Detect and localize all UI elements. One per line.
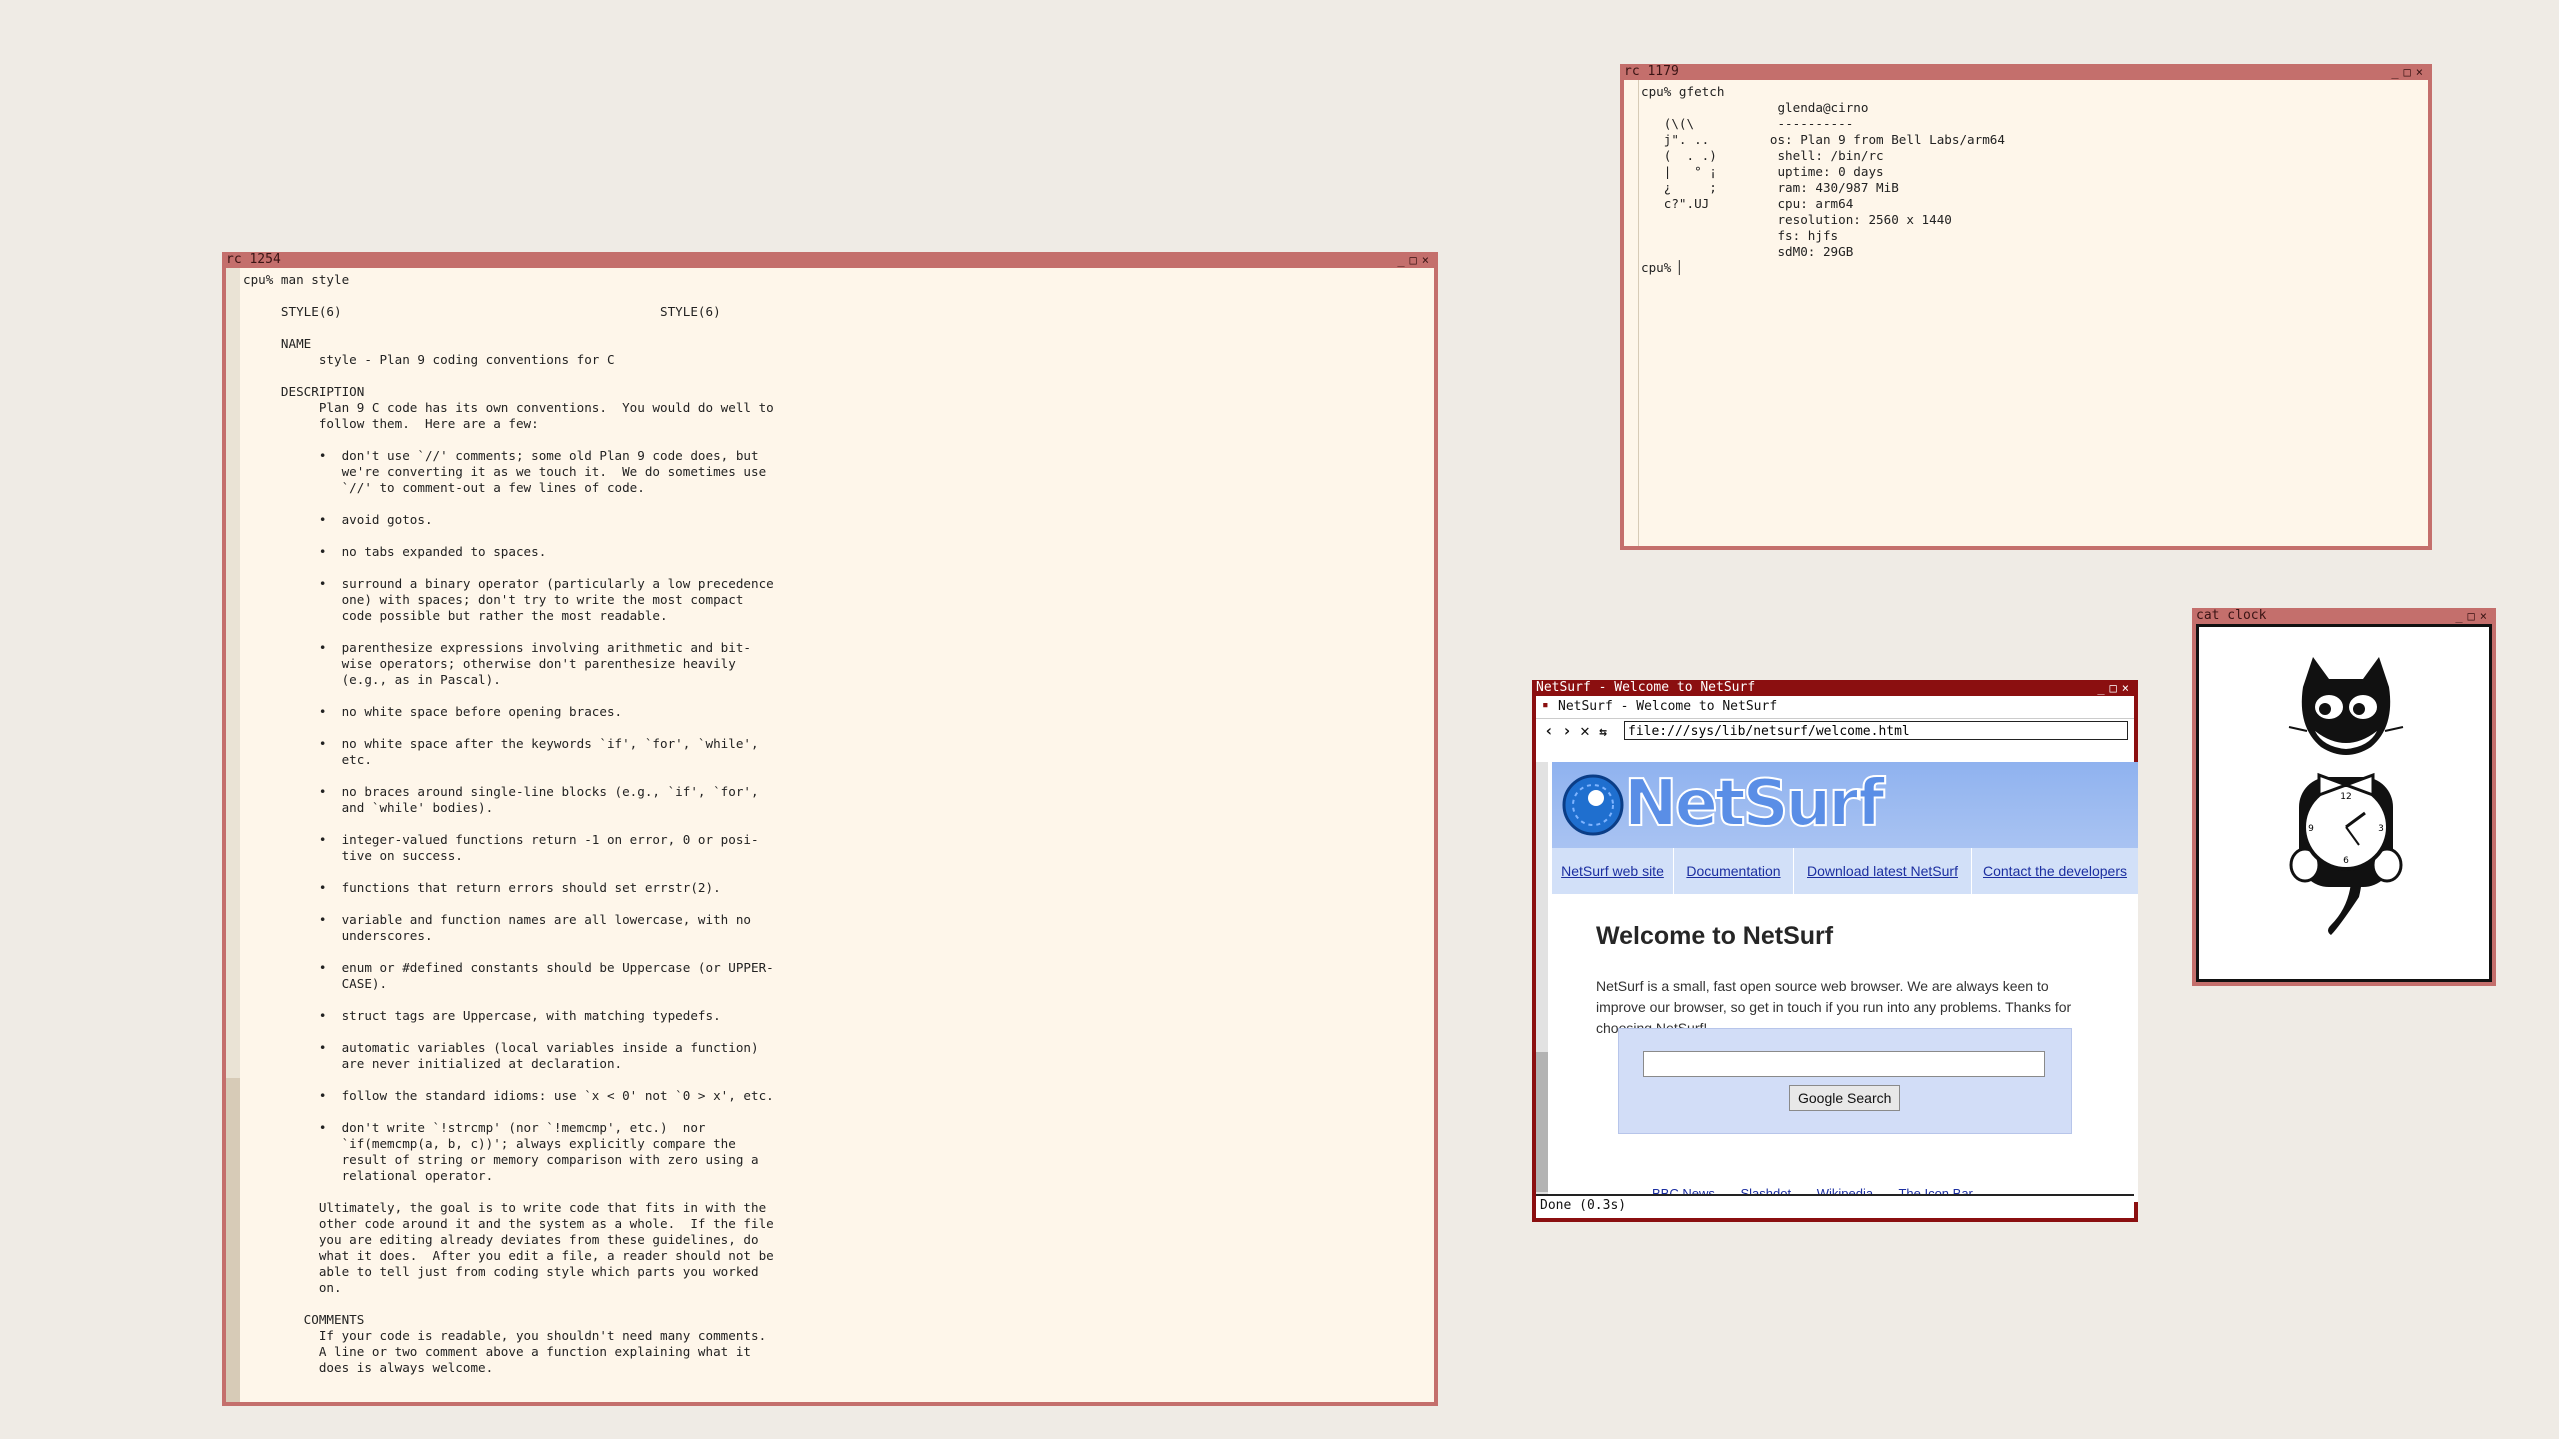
google-search-button[interactable]: Google Search	[1789, 1085, 1901, 1111]
forward-icon[interactable]: ›	[1558, 721, 1576, 741]
man-page-text[interactable]: cpu% man style STYLE(6) STYLE(6) NAME st…	[243, 272, 774, 1376]
window-controls[interactable]: _□×	[1397, 252, 1434, 268]
netsurf-nav: NetSurf web site Documentation Download …	[1552, 848, 2138, 894]
cat-clock-icon: 12 3 6 9	[2288, 657, 2404, 935]
gfetch-terminal-window[interactable]: rc 1179 _□× cpu% gfetch glenda@cirno (\(…	[1620, 64, 2432, 550]
gfetch-output-text[interactable]: cpu% gfetch glenda@cirno (\(\ ----------…	[1641, 84, 2005, 276]
netsurf-window[interactable]: NetSurf - Welcome to NetSurf _□× ▪ NetSu…	[1532, 680, 2138, 1222]
window-controls[interactable]: _□×	[2097, 680, 2134, 696]
url-bar[interactable]: file:///sys/lib/netsurf/welcome.html	[1624, 721, 2128, 740]
web-page-content: NetSurf NetSurf web site Documentation D…	[1552, 762, 2138, 1202]
reload-icon[interactable]: ⇆	[1594, 723, 1612, 743]
window-titlebar[interactable]: rc 1179 _□×	[1620, 64, 2432, 80]
nav-link-website[interactable]: NetSurf web site	[1552, 848, 1674, 894]
netsurf-banner: NetSurf	[1552, 762, 2138, 848]
page-scrollbar[interactable]	[1536, 762, 1548, 1212]
scrollbar-thumb[interactable]	[1624, 80, 1639, 546]
status-bar: Done (0.3s)	[1536, 1194, 2134, 1218]
window-title: NetSurf - Welcome to NetSurf	[1536, 680, 1756, 695]
nav-link-download[interactable]: Download latest NetSurf	[1794, 848, 1972, 894]
toolbar: ‹ › ✕ ⇆ file:///sys/lib/netsurf/welcome.htm…	[1536, 719, 2134, 743]
netsurf-globe-icon	[1562, 774, 1624, 836]
window-title: cat clock	[2196, 608, 2267, 623]
window-title: rc 1254	[226, 252, 281, 267]
search-input[interactable]	[1643, 1051, 2045, 1077]
window-titlebar[interactable]: NetSurf - Welcome to NetSurf _□×	[1532, 680, 2138, 696]
svg-text:9: 9	[2308, 824, 2314, 834]
back-icon[interactable]: ‹	[1540, 721, 1558, 741]
scrollbar[interactable]	[226, 268, 240, 1402]
status-text: Done (0.3s)	[1540, 1198, 1627, 1213]
tab-title[interactable]: NetSurf - Welcome to NetSurf	[1558, 699, 1777, 714]
window-controls[interactable]: _□×	[2455, 608, 2492, 624]
page-heading: Welcome to NetSurf	[1596, 922, 1834, 950]
nav-link-documentation[interactable]: Documentation	[1674, 848, 1794, 894]
tab-close-icon[interactable]: ▪	[1542, 698, 1549, 711]
scrollbar[interactable]	[1624, 80, 1639, 546]
svg-text:6: 6	[2343, 856, 2349, 866]
search-panel: Google Search	[1618, 1028, 2072, 1134]
nav-link-contact[interactable]: Contact the developers	[1972, 848, 2138, 894]
window-titlebar[interactable]: cat clock _□×	[2192, 608, 2496, 624]
stop-icon[interactable]: ✕	[1576, 721, 1594, 741]
tab-bar: ▪ NetSurf - Welcome to NetSurf	[1536, 696, 2134, 719]
svg-text:12: 12	[2340, 792, 2351, 802]
scrollbar-thumb[interactable]	[226, 1078, 240, 1402]
netsurf-logo-text: NetSurf	[1623, 766, 1886, 842]
cat-clock-window[interactable]: cat clock _□× 12 3 6 9	[2192, 608, 2496, 986]
window-title: rc 1179	[1624, 64, 1679, 79]
svg-text:3: 3	[2378, 824, 2384, 834]
window-controls[interactable]: _□×	[2391, 64, 2428, 80]
man-terminal-window[interactable]: rc 1254 _□× cpu% man style STYLE(6) STYL…	[222, 252, 1438, 1406]
window-titlebar[interactable]: rc 1254 _□×	[222, 252, 1438, 268]
page-scrollbar-thumb[interactable]	[1536, 1052, 1548, 1192]
